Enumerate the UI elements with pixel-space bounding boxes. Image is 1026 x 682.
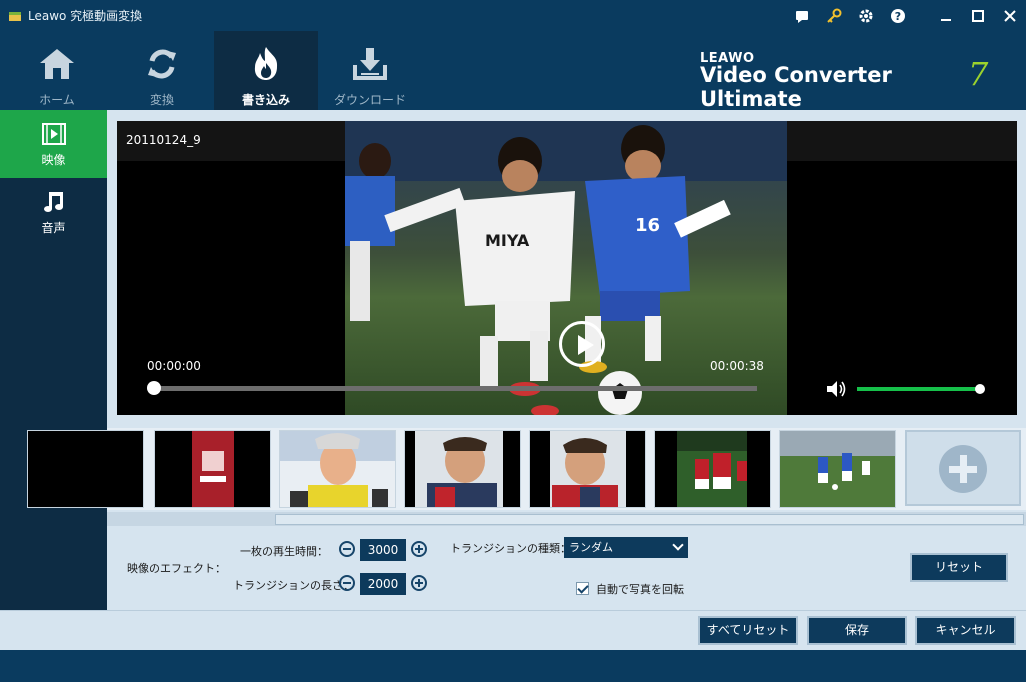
gear-icon[interactable] [850,0,882,31]
brand-logo: LEAWO Video Converter Ultimate 7 [700,49,1000,111]
sidebar: 映像 音声 [0,110,107,610]
plus-icon [939,445,987,493]
chevron-down-icon [672,539,684,551]
progress-knob[interactable] [147,381,161,395]
reset-button[interactable]: リセット [910,553,1008,582]
thumb-1[interactable] [27,430,144,508]
nav-convert-label: 変換 [149,93,174,107]
auto-rotate-checkbox[interactable] [576,582,589,595]
nav-download-label: ダウンロード [333,93,406,107]
time-current: 00:00:00 [147,359,201,373]
svg-text:16: 16 [635,215,660,236]
duration-plus-icon[interactable] [411,541,427,557]
volume-icon[interactable] [825,379,847,399]
duration-input[interactable]: 3000 [360,539,406,561]
volume-knob[interactable] [975,384,985,394]
brand-version: 7 [968,55,989,93]
effect-settings: 映像のエフェクト： 一枚の再生時間： 3000 トランジションの長さ： 2000… [107,526,1026,610]
video-preview[interactable]: MIYA 16 20110124_9 00:00:00 00:00:38 [117,121,1017,415]
transition-type-value: ランダム [569,541,613,554]
transition-type-select[interactable]: ランダム [564,537,688,558]
app-title: Leawo 究極動画変換 [28,9,143,23]
convert-icon [148,49,176,79]
nav-download[interactable]: ダウンロード [318,31,422,110]
main-nav: ホーム 変換 書き込み ダウンロード LEAWO Video Converter… [0,31,1026,111]
help-icon[interactable]: ? [882,0,914,31]
footer-bar: すべてリセット 保存 キャンセル [0,610,1026,650]
app-logo-icon [9,11,21,21]
nav-home[interactable]: ホーム [5,31,109,110]
add-media-button[interactable] [905,430,1021,506]
nav-burn-label: 書き込み [241,93,290,107]
clip-name: 20110124_9 [126,133,201,147]
download-icon [353,48,387,80]
close-icon[interactable] [994,0,1026,31]
title-bar: Leawo 究極動画変換 ? [0,0,1026,31]
time-total: 00:00:38 [710,359,764,373]
reset-all-button[interactable]: すべてリセット [698,616,798,645]
music-icon [43,191,63,212]
thumb-2[interactable] [154,430,271,508]
burn-icon [254,47,278,80]
filmstrip-scrollbar[interactable] [107,512,1026,526]
key-icon[interactable] [818,0,850,31]
sidebar-item-video-label: 映像 [41,152,66,167]
feedback-icon[interactable] [786,0,818,31]
svg-text:MIYA: MIYA [485,231,530,250]
transition-type-label: トランジションの種類： [450,542,571,555]
thumb-7[interactable] [779,430,896,508]
brand-product-name: Video Converter Ultimate [700,63,892,111]
nav-convert[interactable]: 変換 [110,31,214,110]
nav-burn[interactable]: 書き込み [214,31,318,110]
duration-minus-icon[interactable] [339,541,355,557]
effect-label: 映像のエフェクト： [127,562,226,575]
progress-bar[interactable] [147,381,757,395]
sidebar-item-audio-label: 音声 [41,220,66,235]
transition-length-plus-icon[interactable] [411,575,427,591]
title-divider [914,0,930,31]
transition-length-label: トランジションの長さ： [233,579,354,592]
sidebar-item-video[interactable]: 映像 [0,110,107,178]
auto-rotate-label: 自動で写真を回転 [596,583,684,596]
video-icon [41,122,66,145]
sidebar-item-audio[interactable]: 音声 [0,178,107,246]
home-icon [40,49,74,79]
main-content: MIYA 16 20110124_9 00:00:00 00:00:38 映像の… [27,110,1026,610]
play-button[interactable] [559,321,605,367]
duration-label: 一枚の再生時間： [240,545,328,558]
thumb-3[interactable] [279,430,396,508]
svg-text:?: ? [895,10,901,23]
filmstrip-scroll-thumb[interactable] [275,514,1024,525]
thumb-6[interactable] [654,430,771,508]
transition-length-minus-icon[interactable] [339,575,355,591]
nav-home-label: ホーム [39,93,75,107]
thumb-4[interactable] [404,430,521,508]
filmstrip [27,428,1026,510]
thumb-5[interactable] [529,430,646,508]
volume-bar[interactable] [857,387,981,391]
minimize-icon[interactable] [930,0,962,31]
transition-length-input[interactable]: 2000 [360,573,406,595]
status-strip [0,650,1026,682]
save-button[interactable]: 保存 [807,616,907,645]
maximize-icon[interactable] [962,0,994,31]
cancel-button[interactable]: キャンセル [915,616,1016,645]
